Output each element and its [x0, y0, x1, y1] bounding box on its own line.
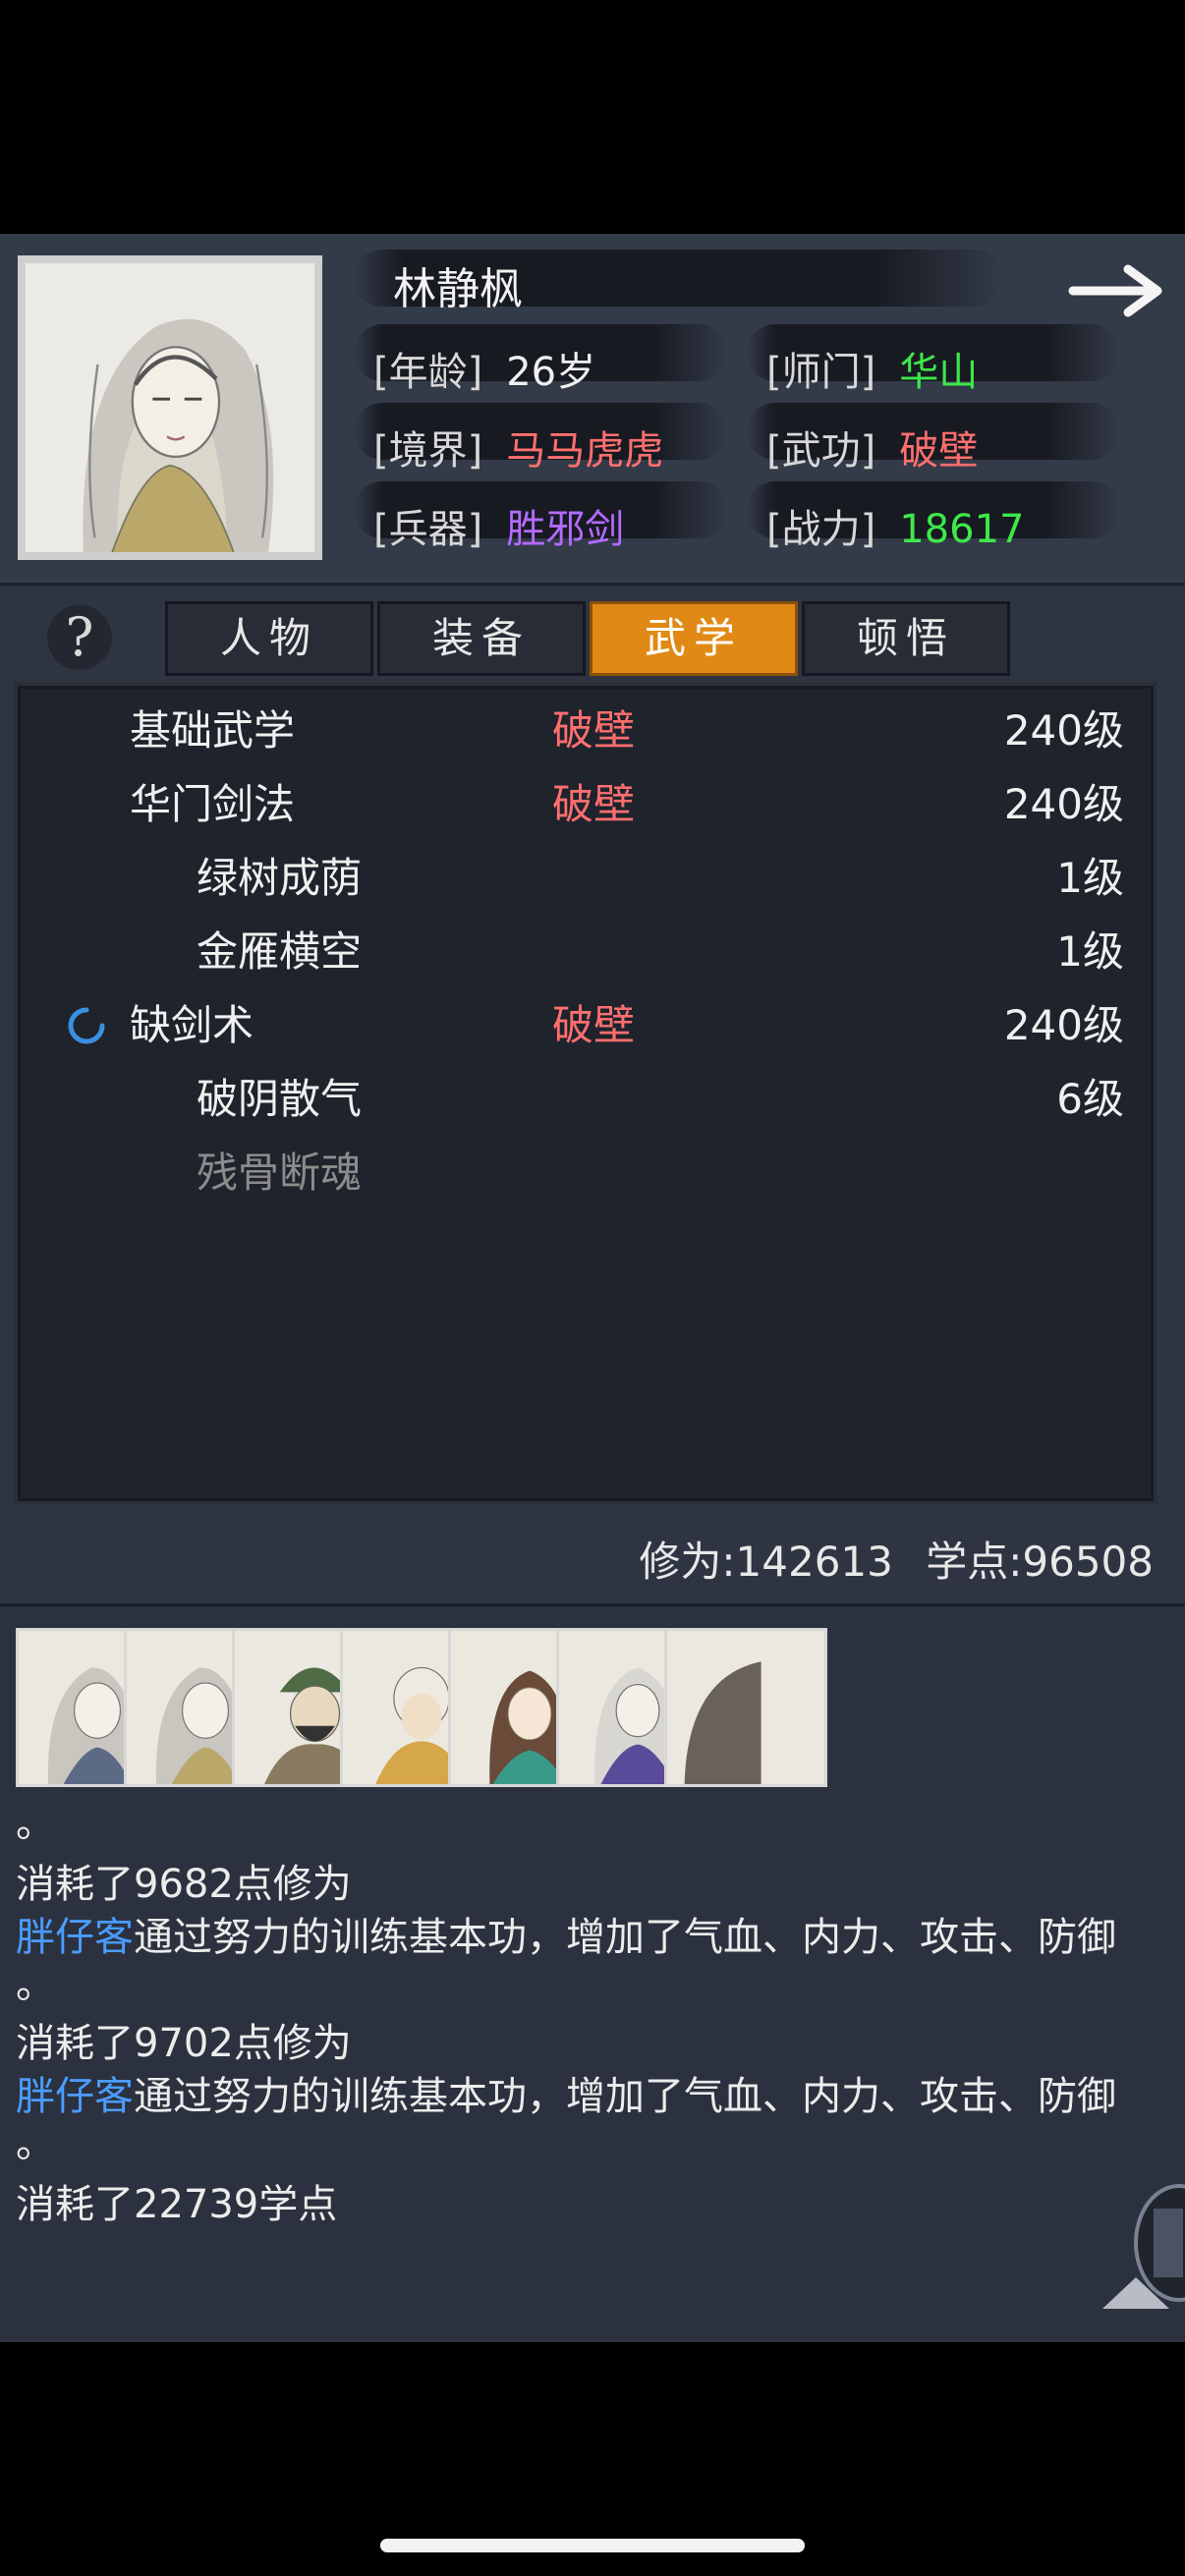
- log-line: 。: [16, 1962, 55, 2007]
- cultivation-value: 142613: [735, 1538, 893, 1586]
- loading-spinner-icon: [68, 1007, 105, 1044]
- log-panel: 。 消耗了9682点修为 胖仔客通过努力的训练基本功，增加了气血、内力、攻击、防…: [0, 1603, 1185, 2342]
- realm-value: 马马虎虎: [506, 428, 664, 474]
- tab-equipment[interactable]: 装备: [377, 601, 586, 676]
- skill-level: 240级: [1003, 1001, 1124, 1049]
- tab-enlightenment[interactable]: 顿悟: [802, 601, 1010, 676]
- skill-level: 240级: [1003, 706, 1124, 755]
- log-line: 胖仔客通过努力的训练基本功，增加了气血、内力、攻击、防御: [16, 2074, 1116, 2119]
- school-value: 华山: [899, 350, 979, 395]
- weapon-field: [兵器] 胜邪剑: [373, 497, 624, 554]
- skill-name: 金雁横空: [197, 927, 363, 976]
- log-line: 消耗了22739学点: [16, 2182, 338, 2227]
- cultivation-label: 修为:: [639, 1538, 736, 1586]
- party-portrait[interactable]: [664, 1628, 827, 1787]
- realm-label: [境界]: [373, 428, 483, 474]
- age-label: [年龄]: [373, 350, 483, 395]
- skill-realm: 破壁: [552, 1001, 636, 1049]
- log-line: 胖仔客通过努力的训练基本功，增加了气血、内力、攻击、防御: [16, 1915, 1116, 1960]
- skill-name: 华门剑法: [130, 780, 296, 828]
- school-label: [师门]: [766, 350, 876, 395]
- skill-row[interactable]: 华门剑法 破壁 240级: [18, 763, 1154, 837]
- character-header: 林静枫 [年龄] 26岁 [师门] 华山 [境界] 马马虎虎 [武功] 破壁 [兵器] 胜…: [0, 234, 1185, 586]
- weapon-label: [兵器]: [373, 507, 483, 552]
- arrow-right-icon[interactable]: [1067, 261, 1169, 320]
- skill-name: 基础武学: [130, 706, 296, 755]
- tab-character[interactable]: 人物: [165, 601, 373, 676]
- log-line: 消耗了9682点修为: [16, 1862, 352, 1907]
- log-line: 消耗了9702点修为: [16, 2021, 352, 2066]
- skill-row[interactable]: 基础武学 破壁 240级: [18, 690, 1154, 763]
- home-indicator[interactable]: [380, 2539, 805, 2552]
- log-line: 。: [16, 2121, 55, 2166]
- age-field: [年龄] 26岁: [373, 340, 595, 397]
- skill-realm: 破壁: [552, 780, 636, 828]
- martial-value: 破壁: [899, 428, 979, 474]
- skill-row[interactable]: 破阴散气 6级: [18, 1058, 1154, 1132]
- skill-list: 基础武学 破壁 240级 华门剑法 破壁 240级 绿树成荫 1级 金雁横空 1…: [14, 682, 1157, 1505]
- points-summary: 修为:142613 学点:96508: [639, 1529, 1154, 1589]
- tab-martial-arts[interactable]: 武学: [590, 601, 798, 676]
- realm-field: [境界] 马马虎虎: [373, 419, 663, 476]
- age-value: 26岁: [506, 350, 596, 395]
- party-portrait-strip: [16, 1628, 1185, 1791]
- skill-name: 缺剑术: [130, 1001, 254, 1049]
- hero-portrait[interactable]: [18, 255, 322, 560]
- skill-row[interactable]: 金雁横空 1级: [18, 911, 1154, 984]
- skill-realm: 破壁: [552, 706, 636, 755]
- power-field: [战力] 18617: [766, 497, 1024, 554]
- skill-level: 240级: [1003, 780, 1124, 828]
- skill-name: 破阴散气: [197, 1075, 363, 1123]
- game-screen: 林静枫 [年龄] 26岁 [师门] 华山 [境界] 马马虎虎 [武功] 破壁 [兵器] 胜…: [0, 234, 1185, 2342]
- hero-portrait-art: [26, 263, 314, 552]
- study-points-label: 学点:: [926, 1538, 1023, 1586]
- school-field: [师门] 华山: [766, 340, 978, 397]
- skill-name: 残骨断魂: [197, 1148, 363, 1197]
- skill-row[interactable]: 残骨断魂: [18, 1132, 1154, 1205]
- weapon-value[interactable]: 胜邪剑: [506, 507, 624, 552]
- martial-label: [武功]: [766, 428, 876, 474]
- log-line: 。: [16, 1801, 55, 1846]
- skill-level: 1级: [1056, 854, 1124, 902]
- skill-row[interactable]: 绿树成荫 1级: [18, 837, 1154, 911]
- triangle-up-icon[interactable]: [1099, 2273, 1173, 2313]
- skill-level: 6级: [1056, 1075, 1124, 1123]
- martial-field: [武功] 破壁: [766, 419, 978, 476]
- hero-name: 林静枫: [393, 264, 523, 314]
- study-points-value: 96508: [1022, 1538, 1154, 1586]
- skill-level: 1级: [1056, 927, 1124, 976]
- help-button[interactable]: ?: [47, 605, 112, 670]
- skill-row[interactable]: 缺剑术 破壁 240级: [18, 984, 1154, 1058]
- skill-name: 绿树成荫: [197, 854, 363, 902]
- power-value: 18617: [899, 507, 1025, 552]
- power-label: [战力]: [766, 507, 876, 552]
